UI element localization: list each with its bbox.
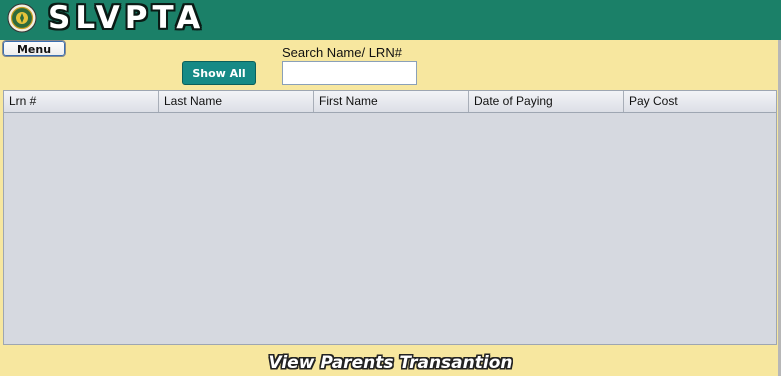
column-header-date-of-paying[interactable]: Date of Paying	[469, 91, 624, 112]
column-header-lrn[interactable]: Lrn #	[4, 91, 159, 112]
menu-button[interactable]: Menu	[2, 40, 66, 57]
column-header-pay-cost[interactable]: Pay Cost	[624, 91, 776, 112]
seal-logo-icon	[7, 3, 37, 33]
page-title: View Parents Transantion	[268, 353, 513, 373]
show-all-button[interactable]: Show All	[182, 61, 256, 85]
column-header-last-name[interactable]: Last Name	[159, 91, 314, 112]
app-title: SLVPTA	[48, 0, 206, 36]
transactions-table: Lrn # Last Name First Name Date of Payin…	[3, 90, 777, 345]
table-header: Lrn # Last Name First Name Date of Payin…	[4, 91, 776, 113]
column-header-first-name[interactable]: First Name	[314, 91, 469, 112]
search-input[interactable]	[282, 61, 417, 85]
header-bar: SLVPTA	[0, 0, 781, 40]
table-body[interactable]	[4, 113, 776, 345]
search-label: Search Name/ LRN#	[282, 45, 402, 60]
